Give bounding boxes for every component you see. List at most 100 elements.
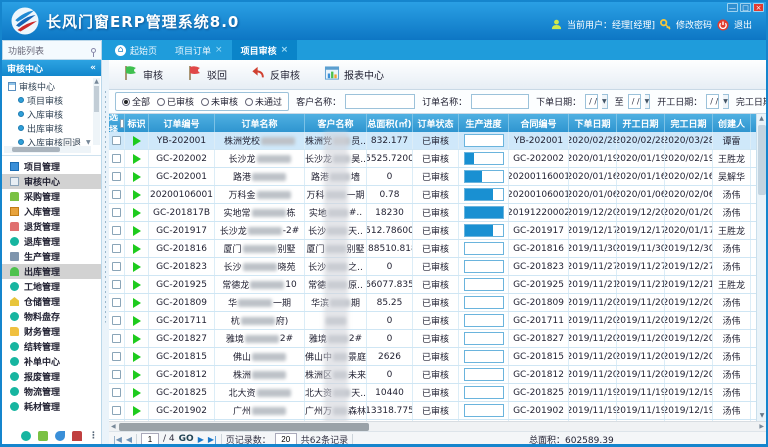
cart-icon[interactable] <box>38 431 48 441</box>
column-header-生产进度[interactable]: 生产进度 <box>459 114 509 132</box>
tree-horizontal-scrollbar[interactable] <box>4 146 91 153</box>
row-select-cell[interactable] <box>109 132 125 149</box>
row-select-cell[interactable] <box>109 312 125 329</box>
tree-root-audit-center[interactable]: 审核中心 <box>8 79 91 93</box>
tree-vertical-scrollbar[interactable]: ▲ <box>93 78 100 145</box>
horizontal-scroll-thumb[interactable] <box>119 423 369 431</box>
scroll-left-icon[interactable]: ◀ <box>111 423 116 430</box>
collapse-icon[interactable]: « <box>90 63 96 73</box>
function-list-header[interactable]: 功能列表 <box>2 40 102 60</box>
page-number-input[interactable] <box>141 433 159 445</box>
row-select-cell[interactable] <box>109 348 125 365</box>
grid-vertical-scrollbar[interactable]: ▲ ▼ <box>756 114 766 421</box>
swirl-icon[interactable] <box>55 431 65 441</box>
row-select-cell[interactable] <box>109 222 125 239</box>
more-icon[interactable]: ⋮ <box>89 431 93 441</box>
panel-splitter[interactable] <box>102 60 109 446</box>
maximize-button[interactable]: □ <box>740 3 751 12</box>
row-select-cell[interactable] <box>109 204 125 221</box>
column-header-选择[interactable]: 选择 <box>109 114 125 132</box>
table-row[interactable]: GC-202002长沙龙长沙龙昊..65525.7200..已审核GC-2020… <box>109 150 766 168</box>
toolbar-button-审核[interactable]: 审核 <box>119 62 167 87</box>
table-row[interactable]: GC-201825北大资北大资天..10440已审核GC-2018252019/… <box>109 384 766 402</box>
column-header-客户名称[interactable]: 客户名称 <box>305 114 367 132</box>
sidebar-item-采购管理[interactable]: 采购管理 <box>2 189 101 204</box>
row-select-cell[interactable] <box>109 330 125 347</box>
status-dot-icon[interactable] <box>21 431 31 441</box>
row-select-cell[interactable] <box>109 168 125 185</box>
toolbar-button-报表中心[interactable]: 报表中心 <box>320 63 388 87</box>
logout-link[interactable]: 退出 <box>734 18 752 31</box>
first-page-button[interactable]: |◀ <box>113 435 122 444</box>
table-row[interactable]: GC-201711杭府)0已审核GC-2017112019/11/202019/… <box>109 312 766 330</box>
tree-item-入库审核[interactable]: 入库审核 <box>8 107 91 121</box>
table-row[interactable]: GC-201812株洲株洲区未来0已审核GC-2018122019/11/202… <box>109 366 766 384</box>
row-checkbox[interactable] <box>112 370 121 379</box>
row-checkbox[interactable] <box>112 334 121 343</box>
column-header-下单日期[interactable]: 下单日期 <box>569 114 617 132</box>
table-row[interactable]: GC-201902广州广州万森林13318.775已审核GC-201902201… <box>109 402 766 420</box>
sidebar-item-生产管理[interactable]: 生产管理 <box>2 249 101 264</box>
prev-page-button[interactable]: ◀ <box>126 435 132 444</box>
order-date-to-input[interactable]: / / <box>628 94 641 109</box>
sidebar-item-财务管理[interactable]: 财务管理 <box>2 324 101 339</box>
sidebar-item-入库管理[interactable]: 入库管理 <box>2 204 101 219</box>
row-select-cell[interactable] <box>109 366 125 383</box>
row-select-cell[interactable] <box>109 384 125 401</box>
row-checkbox[interactable] <box>112 172 121 181</box>
table-row[interactable]: GC-201827雅境2#雅境2#0已审核GC-2018272019/11/20… <box>109 330 766 348</box>
row-checkbox[interactable] <box>112 298 121 307</box>
next-page-button[interactable]: ▶ <box>198 435 204 444</box>
vertical-scroll-thumb[interactable] <box>758 125 766 195</box>
pin-icon[interactable] <box>91 48 96 53</box>
row-select-cell[interactable] <box>109 294 125 311</box>
row-checkbox[interactable] <box>112 226 121 235</box>
row-select-cell[interactable] <box>109 240 125 257</box>
row-checkbox[interactable] <box>112 244 121 253</box>
table-row[interactable]: GC-201816厦门别墅厦门别墅188510.818已审核GC-2018162… <box>109 240 766 258</box>
sidebar-item-出库管理[interactable]: 出库管理 <box>2 264 101 279</box>
order-date-from-dropdown-icon[interactable]: ▼ <box>602 94 608 109</box>
order-date-from-input[interactable]: / / <box>585 94 598 109</box>
table-row[interactable]: GC-201823长沙晓苑长沙之..0已审核GC-2018232019/11/2… <box>109 258 766 276</box>
power-icon[interactable] <box>717 19 729 31</box>
tab-close-icon[interactable]: × <box>281 45 289 55</box>
toolbar-button-驳回[interactable]: 驳回 <box>183 62 231 87</box>
radio-未审核[interactable]: 未审核 <box>201 95 238 108</box>
tab-项目订单[interactable]: 项目订单× <box>166 40 232 60</box>
toolbar-button-反审核[interactable]: 反审核 <box>247 63 304 86</box>
scroll-up-icon[interactable]: ▲ <box>757 114 766 124</box>
row-select-cell[interactable] <box>109 186 125 203</box>
row-checkbox[interactable] <box>112 406 121 415</box>
row-select-cell[interactable] <box>109 258 125 275</box>
scroll-right-icon[interactable]: ▶ <box>759 423 764 430</box>
tree-item-项目审核[interactable]: 项目审核 <box>8 93 91 107</box>
start-date-dropdown-icon[interactable]: ▼ <box>723 94 729 109</box>
sidebar-item-结转管理[interactable]: 结转管理 <box>2 339 101 354</box>
table-row[interactable]: GC-201815佛山佛山中景庭2626已审核GC-2018152019/11/… <box>109 348 766 366</box>
last-page-button[interactable]: ▶| <box>208 435 217 444</box>
column-header-订单编号[interactable]: 订单编号 <box>149 114 215 132</box>
order-date-to-dropdown-icon[interactable]: ▼ <box>645 94 651 109</box>
table-row[interactable]: GC-202001路港路港墙0已审核202001160012020/01/162… <box>109 168 766 186</box>
sidebar-item-报废管理[interactable]: 报废管理 <box>2 369 101 384</box>
column-header-创建人[interactable]: 创建人 <box>713 114 751 132</box>
column-header-合同编号[interactable]: 合同编号 <box>509 114 569 132</box>
radio-未通过[interactable]: 未通过 <box>245 95 282 108</box>
sidebar-item-工地管理[interactable]: 工地管理 <box>2 279 101 294</box>
row-select-cell[interactable] <box>109 402 125 419</box>
minimize-button[interactable]: — <box>727 3 738 12</box>
tab-起始页[interactable]: ⌂起始页 <box>106 40 166 60</box>
column-header-订单名称[interactable]: 订单名称 <box>215 114 305 132</box>
sidebar-item-审核中心[interactable]: 审核中心 <box>2 174 101 189</box>
go-button[interactable]: GO <box>179 434 194 444</box>
radio-全部[interactable]: 全部 <box>122 95 150 108</box>
start-date-input[interactable]: / / <box>706 94 719 109</box>
order-name-input[interactable] <box>471 94 529 109</box>
sidebar-item-项目管理[interactable]: 项目管理 <box>2 159 101 174</box>
row-checkbox[interactable] <box>112 136 121 145</box>
sidebar-section-header[interactable]: 审核中心 « <box>2 60 101 76</box>
sidebar-item-补单中心[interactable]: 补单中心 <box>2 354 101 369</box>
sidebar-item-退货管理[interactable]: 退货管理 <box>2 219 101 234</box>
row-checkbox[interactable] <box>112 316 121 325</box>
